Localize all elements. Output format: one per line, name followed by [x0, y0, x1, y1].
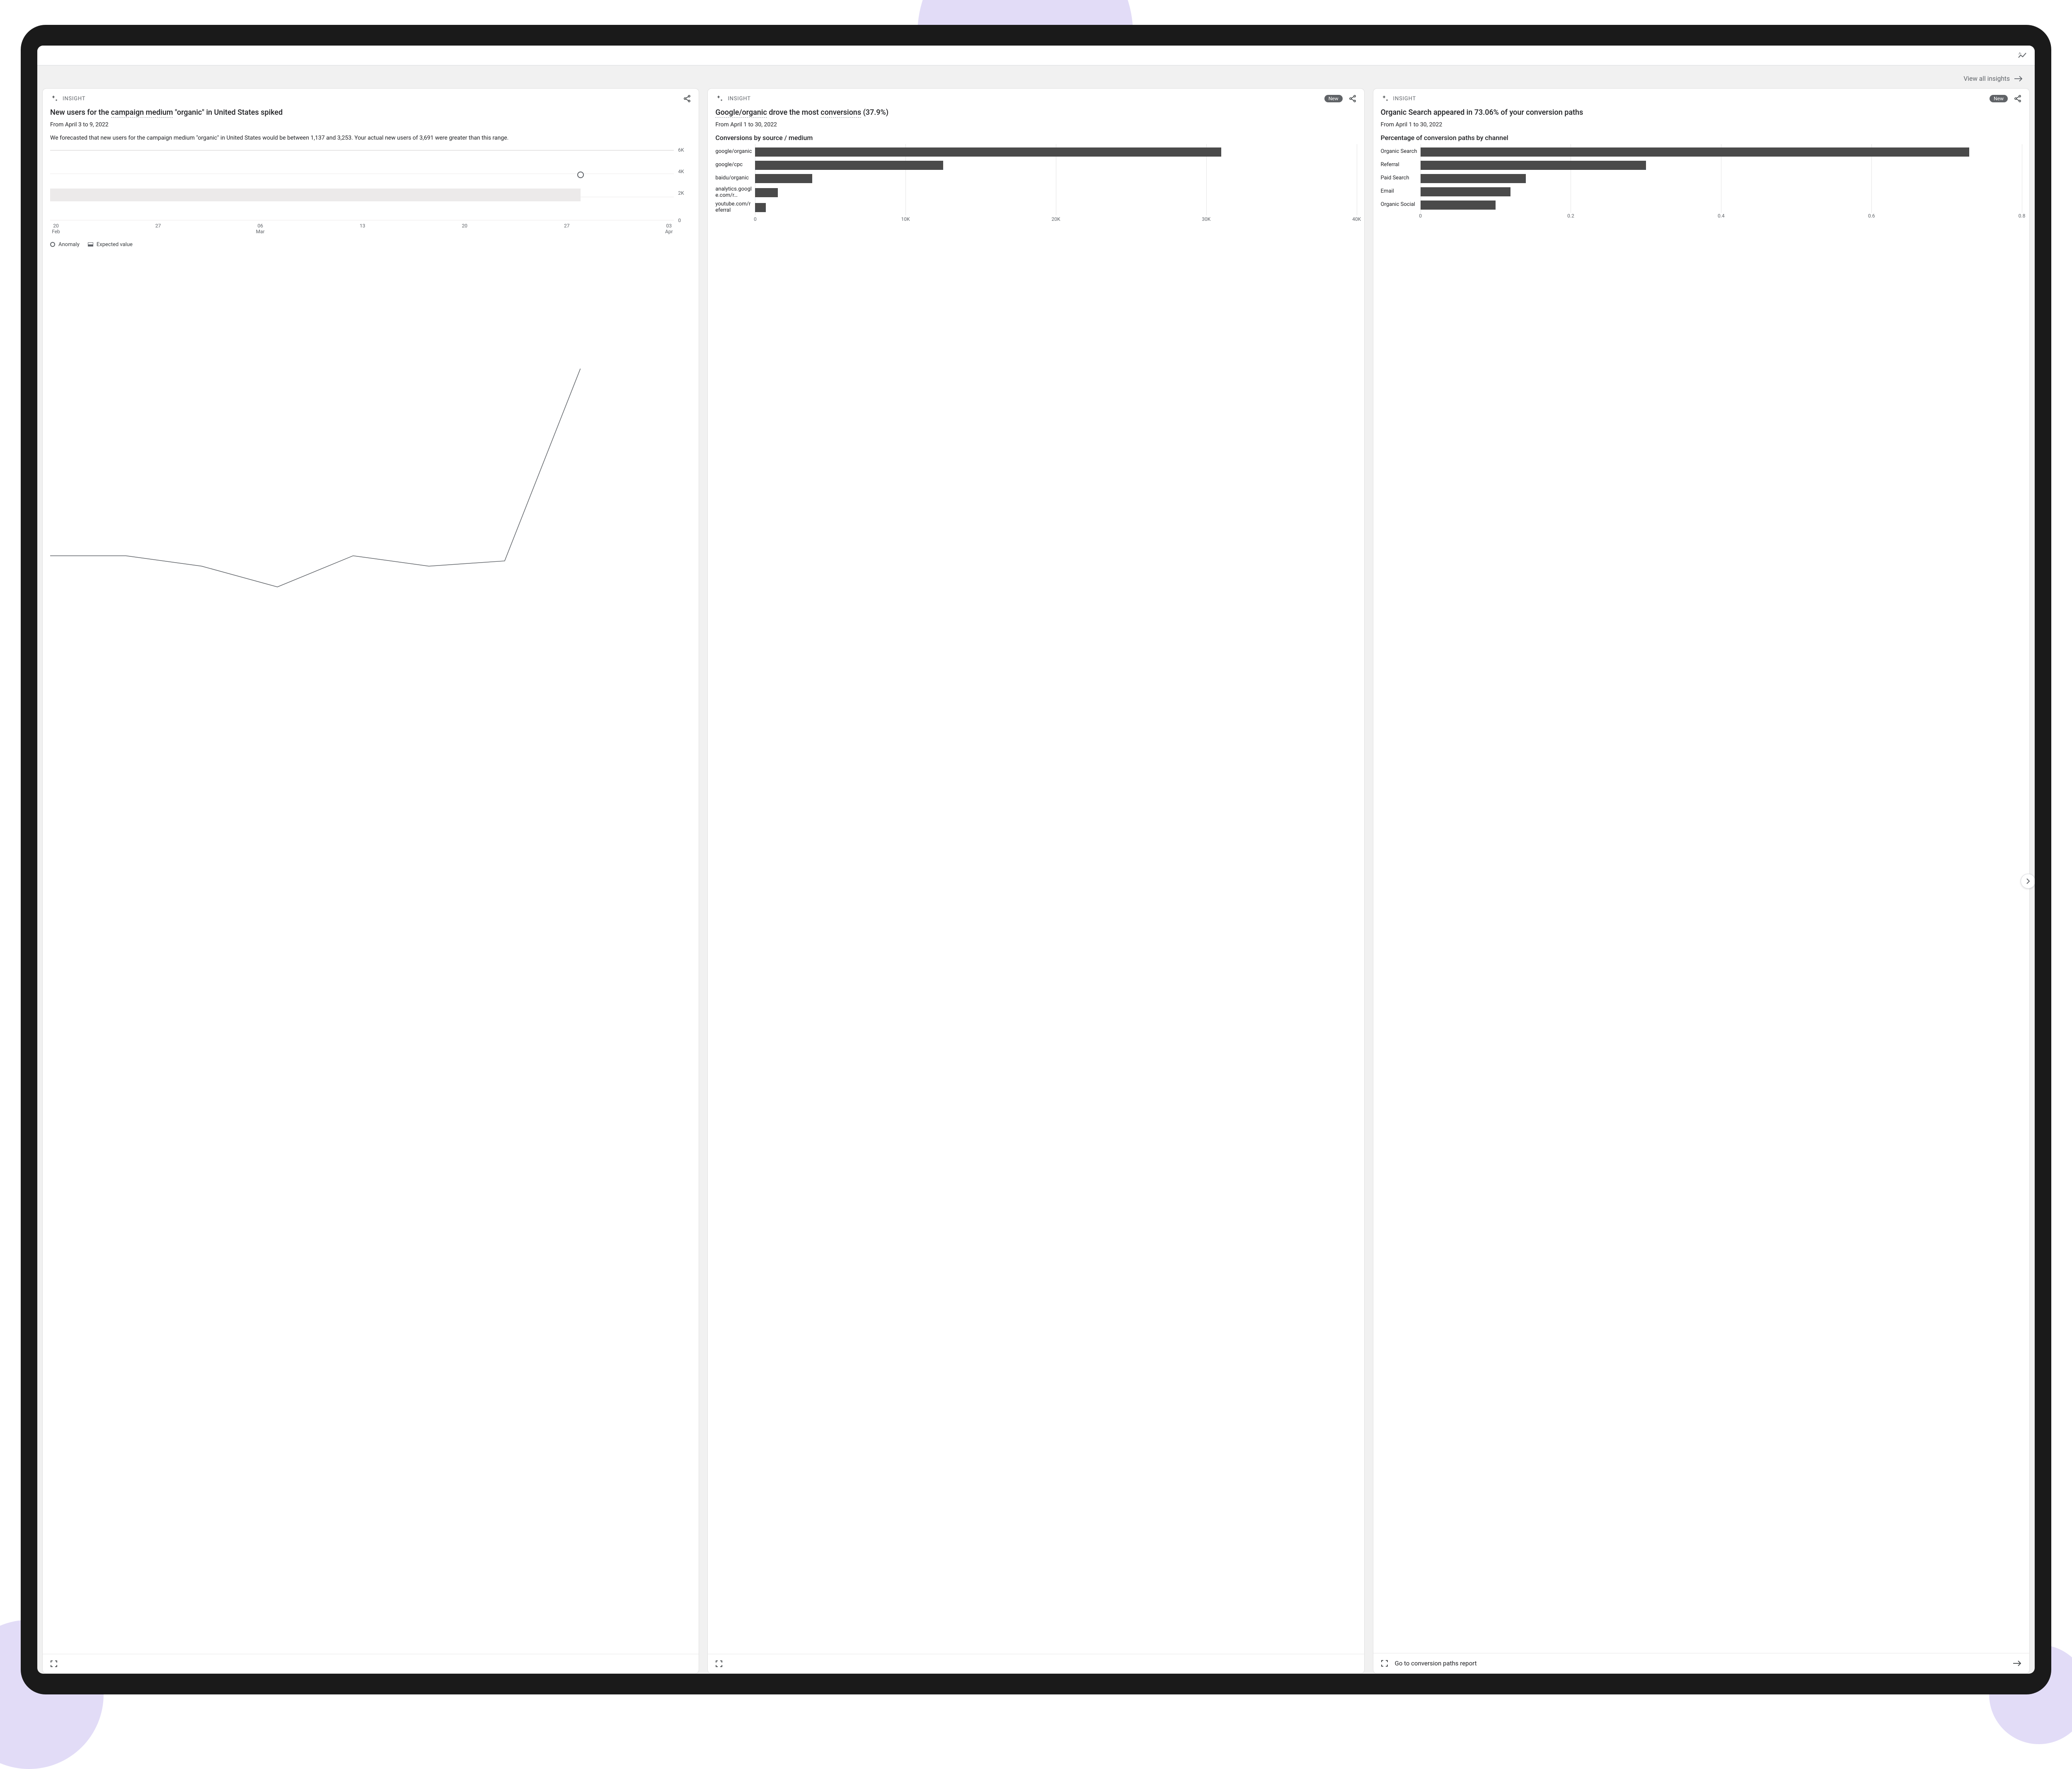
view-all-insights-link[interactable]: View all insights	[1963, 75, 2023, 82]
card-title: Organic Search appeared in 73.06% of you…	[1381, 108, 2022, 118]
bar-row: Organic Search	[1381, 147, 2022, 157]
card-description: We forecasted that new users for the cam…	[50, 134, 691, 143]
card-header: INSIGHT New	[708, 89, 1364, 103]
card-footer: Go to conversion paths report	[1373, 1653, 2029, 1673]
card-footer	[708, 1654, 1364, 1673]
bar-label: google/organic	[715, 149, 755, 155]
x-axis-ticks: 010K20K30K40K	[755, 216, 1356, 224]
bar-row: Organic Social	[1381, 200, 2022, 210]
bar-fill	[1421, 201, 1496, 210]
bar-row: google/organic	[715, 147, 1356, 157]
bar-row: google/cpc	[715, 160, 1356, 171]
bar-fill	[755, 203, 765, 212]
bar-label: Referral	[1381, 162, 1421, 168]
insight-badge: INSIGHT	[1393, 96, 1416, 102]
bar-fill	[1421, 174, 1526, 183]
sparkle-icon	[715, 94, 724, 103]
go-to-report-link[interactable]: Go to conversion paths report	[1395, 1659, 2006, 1668]
sparkle-icon	[50, 94, 58, 103]
insight-badge: INSIGHT	[63, 96, 85, 102]
insight-card: INSIGHT New Google/organ	[707, 88, 1364, 1674]
chart-title: Percentage of conversion paths by channe…	[1381, 134, 2022, 142]
bar-row: baidu/organic	[715, 173, 1356, 184]
bar-label: analytics.google.com/r…	[715, 186, 755, 199]
bar-row: Paid Search	[1381, 173, 2022, 184]
card-header: INSIGHT New	[1373, 89, 2029, 103]
bar-fill	[755, 188, 777, 197]
chart-title: Conversions by source / medium	[715, 134, 1356, 142]
card-date-range: From April 1 to 30, 2022	[715, 121, 1356, 128]
bar-label: youtube.com/referral	[715, 201, 755, 214]
bar-label: Paid Search	[1381, 175, 1421, 181]
card-header: INSIGHT	[43, 89, 699, 103]
analytics-sparkline-icon[interactable]	[2017, 51, 2027, 60]
bar-label: Organic Search	[1381, 149, 1421, 155]
insight-card: INSIGHT New Organic Search appeared i	[1373, 88, 2030, 1674]
new-badge: New	[1324, 95, 1343, 102]
screen: View all insights	[37, 46, 2035, 1674]
bar-fill	[1421, 147, 1969, 157]
card-title: New users for the campaign medium "organ…	[50, 108, 691, 118]
card-title: Google/organic drove the most conversion…	[715, 108, 1356, 118]
chevron-right-icon	[2026, 878, 2030, 885]
app-header	[37, 46, 2035, 65]
bar-row: youtube.com/referral	[715, 201, 1356, 214]
new-badge: New	[1990, 95, 2008, 102]
expand-icon[interactable]	[1381, 1660, 1388, 1667]
line-chart: 6K4K2K0	[50, 150, 691, 220]
share-icon[interactable]	[2014, 94, 2022, 103]
card-date-range: From April 3 to 9, 2022	[50, 121, 691, 128]
insight-badge: INSIGHT	[728, 96, 750, 102]
view-all-label: View all insights	[1963, 75, 2010, 82]
insights-actions: View all insights	[37, 65, 2035, 88]
arrow-right-icon[interactable]	[2013, 1660, 2022, 1666]
bar-chart: google/organic google/cpc baidu/organic ana…	[715, 147, 1356, 214]
bar-row: Email	[1381, 186, 2022, 197]
card-date-range: From April 1 to 30, 2022	[1381, 121, 2022, 128]
share-icon[interactable]	[1348, 94, 1357, 103]
bar-fill	[755, 147, 1221, 157]
bar-label: google/cpc	[715, 162, 755, 168]
anomaly-marker	[577, 172, 584, 178]
y-axis-ticks: 6K4K2K0	[676, 150, 691, 220]
card-footer	[43, 1654, 699, 1673]
bar-fill	[1421, 187, 1511, 196]
bar-fill	[1421, 161, 1646, 170]
bar-row: analytics.google.com/r…	[715, 186, 1356, 199]
bar-label: Email	[1381, 188, 1421, 195]
bar-chart: Organic Search Referral Paid Search Email Or…	[1381, 147, 2022, 210]
x-axis-ticks: 00.20.40.60.8	[1421, 213, 2022, 220]
share-icon[interactable]	[683, 94, 691, 103]
bar-fill	[755, 174, 812, 183]
expected-legend-icon	[88, 242, 93, 247]
tablet-frame: View all insights	[21, 25, 2051, 1694]
bar-label: baidu/organic	[715, 175, 755, 181]
bar-label: Organic Social	[1381, 202, 1421, 208]
insight-cards-row: INSIGHT New users for the campaign m	[37, 88, 2035, 1674]
sparkle-icon	[1381, 94, 1389, 103]
next-cards-button[interactable]	[2021, 874, 2035, 889]
bar-row: Referral	[1381, 160, 2022, 171]
expand-icon[interactable]	[50, 1660, 58, 1668]
insight-card: INSIGHT New users for the campaign m	[42, 88, 699, 1674]
bar-fill	[755, 161, 943, 170]
arrow-right-icon	[2014, 76, 2023, 82]
expand-icon[interactable]	[715, 1660, 723, 1668]
